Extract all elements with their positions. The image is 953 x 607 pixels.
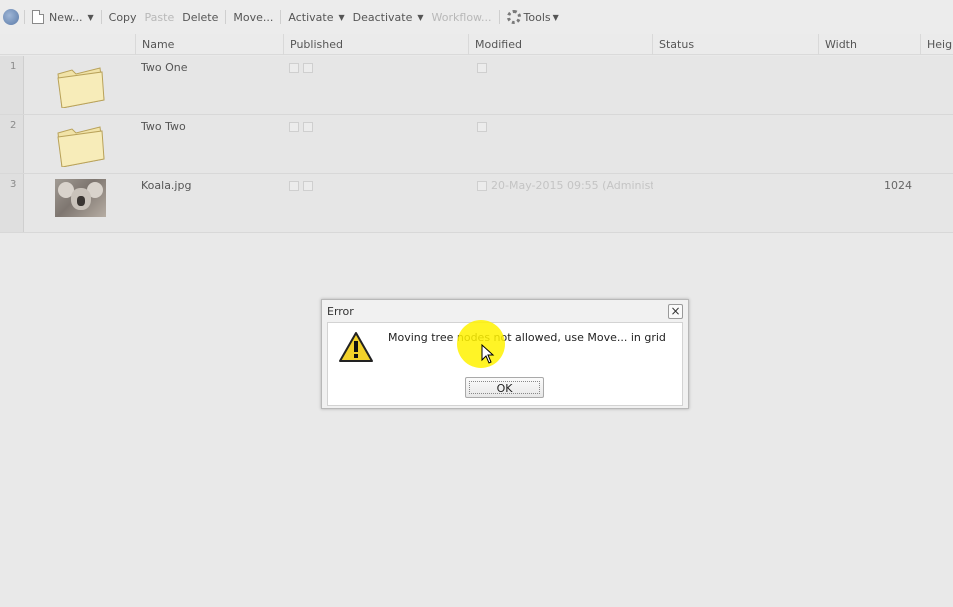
folder-icon: [57, 126, 105, 167]
tools-button[interactable]: Tools ▼: [503, 10, 563, 24]
document-icon: [303, 63, 313, 73]
column-header-thumbnail[interactable]: [24, 34, 135, 55]
pointer-icon: [481, 344, 495, 364]
refresh-icon[interactable]: [3, 9, 19, 25]
toolbar-separator: [100, 10, 102, 24]
workflow-button[interactable]: Workflow...: [428, 11, 496, 24]
row-number: 3: [0, 174, 24, 232]
document-icon: [303, 181, 313, 191]
document-icon: [477, 63, 487, 73]
column-header-height[interactable]: Heigh: [920, 34, 953, 55]
document-icon: [477, 122, 487, 132]
modified-date: 20-May-2015 09:55 (Administ: [491, 179, 653, 192]
document-icon: [289, 122, 299, 132]
document-icon: [303, 122, 313, 132]
column-header-width[interactable]: Width: [818, 34, 920, 55]
deactivate-button-label: Deactivate: [352, 10, 413, 24]
new-button[interactable]: New... ▼: [28, 10, 98, 24]
deactivate-button[interactable]: Deactivate ▼: [349, 11, 428, 24]
activate-button[interactable]: Activate ▼: [284, 11, 348, 24]
dialog-body: Moving tree nodes not allowed, use Move.…: [327, 322, 683, 406]
modified-cell: [477, 61, 491, 74]
warning-icon: [339, 332, 373, 362]
close-icon[interactable]: ×: [668, 304, 683, 319]
chevron-down-icon: ▼: [87, 12, 94, 22]
dialog-message: Moving tree nodes not allowed, use Move.…: [388, 331, 666, 344]
document-icon: [477, 181, 487, 191]
folder-icon: [57, 67, 105, 108]
koala-image-thumbnail: [55, 179, 106, 217]
row-name: Two Two: [141, 120, 186, 133]
ok-button[interactable]: OK: [465, 377, 544, 398]
width-value: 1024: [884, 179, 912, 192]
table-row[interactable]: 2 Two Two: [0, 115, 953, 174]
published-icons: [289, 61, 317, 74]
column-header-status[interactable]: Status: [652, 34, 818, 55]
row-number: 2: [0, 115, 24, 173]
published-icons: [289, 120, 317, 133]
row-name: Koala.jpg: [141, 179, 192, 192]
paste-button[interactable]: Paste: [141, 11, 179, 24]
activate-button-label: Activate: [288, 10, 334, 24]
modified-cell: [477, 120, 491, 133]
modified-cell: 20-May-2015 09:55 (Administ: [477, 179, 653, 192]
delete-button[interactable]: Delete: [178, 11, 222, 24]
grid-header: Name Published Modified Status Width Hei…: [0, 34, 953, 55]
move-button[interactable]: Move...: [229, 11, 277, 24]
column-header-name[interactable]: Name: [135, 34, 283, 55]
gear-icon: [506, 10, 521, 24]
toolbar-separator: [24, 10, 25, 24]
toolbar: New... ▼ Copy Paste Delete Move... Activ…: [0, 0, 953, 34]
chevron-down-icon: ▼: [338, 12, 345, 22]
toolbar-separator: [225, 10, 227, 24]
dialog-title: Error: [327, 305, 354, 318]
table-row[interactable]: 3 Koala.jpg 20-May-2015 09:55 (Administ …: [0, 174, 953, 233]
document-icon: [289, 181, 299, 191]
chevron-down-icon: ▼: [552, 12, 559, 22]
tools-button-label: Tools: [523, 10, 551, 24]
error-dialog: Error × Moving tree nodes not allowed, u…: [321, 299, 689, 409]
page-icon: [32, 10, 44, 24]
row-number: 1: [0, 56, 24, 114]
copy-button[interactable]: Copy: [105, 11, 141, 24]
new-button-label: New...: [49, 10, 83, 24]
toolbar-separator: [280, 10, 282, 24]
row-name: Two One: [141, 61, 188, 74]
document-icon: [289, 63, 299, 73]
table-row[interactable]: 1 Two One: [0, 56, 953, 115]
column-header-modified[interactable]: Modified: [468, 34, 652, 55]
toolbar-separator: [498, 10, 500, 24]
chevron-down-icon: ▼: [417, 12, 424, 22]
column-header-published[interactable]: Published: [283, 34, 468, 55]
published-icons: [289, 179, 317, 192]
